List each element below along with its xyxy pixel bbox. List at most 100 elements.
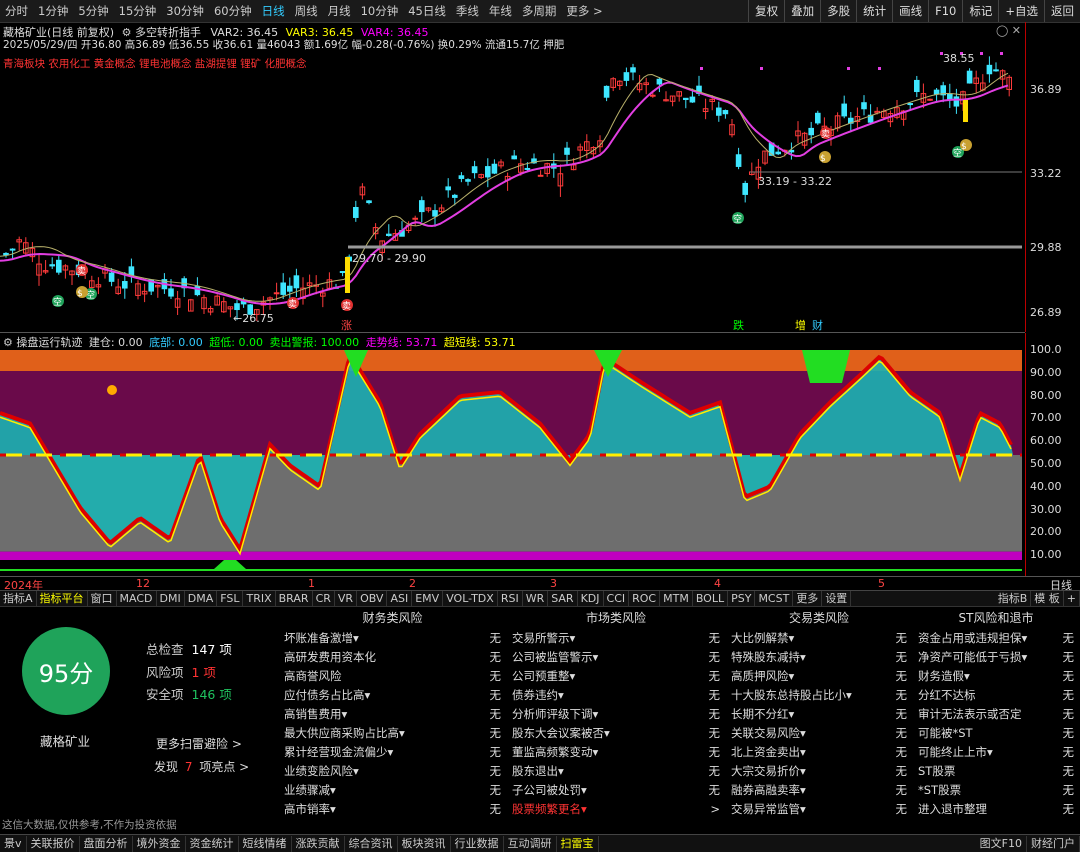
indicator-tab-right[interactable]: + xyxy=(1064,591,1080,607)
toolbar-button[interactable]: 叠加 xyxy=(784,0,820,22)
period-tab[interactable]: 年线 xyxy=(484,3,517,19)
indicator-gear-icon[interactable]: ⚙ xyxy=(3,336,13,349)
risk-row[interactable]: 股东退出▾ 无 xyxy=(508,762,724,781)
indicator-tab[interactable]: MTM xyxy=(660,591,693,607)
risk-row[interactable]: 应付债务占比高▾ 无 xyxy=(280,686,505,705)
indicator-tab[interactable]: ROC xyxy=(629,591,661,607)
indicator-tab[interactable]: ASI xyxy=(387,591,413,607)
period-tab[interactable]: 45日线 xyxy=(403,3,451,19)
indicator-tab-right[interactable]: 模 板 xyxy=(1031,591,1064,607)
indicator-tab[interactable]: 更多 xyxy=(793,591,823,607)
indicator-tab[interactable]: DMA xyxy=(185,591,218,607)
risk-row[interactable]: 债券违约▾ 无 xyxy=(508,686,724,705)
indicator-tab[interactable]: 指标平台 xyxy=(37,591,88,607)
period-tab[interactable]: 月线 xyxy=(323,3,356,19)
risk-row[interactable]: 大宗交易折价▾ 无 xyxy=(727,762,911,781)
period-tab[interactable]: 30分钟 xyxy=(161,3,209,19)
indicator-tab[interactable]: CR xyxy=(313,591,335,607)
status-tab[interactable]: 涨跌贡献 xyxy=(292,835,345,852)
period-tab[interactable]: 15分钟 xyxy=(114,3,162,19)
toolbar-button[interactable]: 返回 xyxy=(1044,0,1080,22)
risk-row[interactable]: 高销售费用▾ 无 xyxy=(280,705,505,724)
indicator-tab[interactable]: TRIX xyxy=(243,591,276,607)
period-tab[interactable]: 周线 xyxy=(290,3,323,19)
risk-row[interactable]: 北上资金卖出▾ 无 xyxy=(727,743,911,762)
risk-row[interactable]: 高研发费用资本化 无 xyxy=(280,648,505,667)
risk-row[interactable]: 十大股东总持股占比小▾ 无 xyxy=(727,686,911,705)
indicator-tab[interactable]: BOLL xyxy=(693,591,729,607)
indicator-tab[interactable]: PSY xyxy=(728,591,756,607)
risk-row[interactable]: 关联交易风险▾ 无 xyxy=(727,724,911,743)
indicator-tab[interactable]: FSL xyxy=(217,591,244,607)
indicator-tab[interactable]: KDJ xyxy=(578,591,604,607)
risk-row[interactable]: 进入退市整理 无 xyxy=(914,800,1078,819)
period-tab[interactable]: 更多 > xyxy=(561,3,607,19)
indicator-tab[interactable]: VOL-TDX xyxy=(443,591,498,607)
risk-row[interactable]: 业绩变脸风险▾ 无 xyxy=(280,762,505,781)
status-tab[interactable]: 行业数据 xyxy=(451,835,504,852)
risk-row[interactable]: 大比例解禁▾ 无 xyxy=(727,629,911,648)
toolbar-button[interactable]: F10 xyxy=(928,0,962,22)
status-tab-right[interactable]: 图文F10 xyxy=(976,835,1027,852)
risk-row[interactable]: 分析师评级下调▾ 无 xyxy=(508,705,724,724)
risk-row[interactable]: 交易异常监管▾ 无 xyxy=(727,800,911,819)
risk-row[interactable]: 可能终止上市▾ 无 xyxy=(914,743,1078,762)
risk-row[interactable]: 坏账准备激增▾ 无 xyxy=(280,629,505,648)
toolbar-button[interactable]: 复权 xyxy=(748,0,784,22)
indicator-tab[interactable]: 设置 xyxy=(822,591,852,607)
period-tab[interactable]: 分时 xyxy=(0,3,33,19)
indicator-title[interactable]: 操盘运行轨迹 xyxy=(16,336,82,349)
risk-row[interactable]: 融券高融卖率▾ 无 xyxy=(727,781,911,800)
indicator-tab-right[interactable]: 指标B xyxy=(995,591,1032,607)
period-tab[interactable]: 10分钟 xyxy=(356,3,404,19)
risk-row[interactable]: 交易所警示▾ 无 xyxy=(508,629,724,648)
risk-row[interactable]: 子公司被处罚▾ 无 xyxy=(508,781,724,800)
period-tab[interactable]: 60分钟 xyxy=(209,3,257,19)
status-tab[interactable]: 盘面分析 xyxy=(80,835,133,852)
indicator-tab[interactable]: OBV xyxy=(357,591,388,607)
indicator-tab[interactable]: VR xyxy=(335,591,358,607)
window-controls[interactable]: ◯ ✕ xyxy=(996,24,1021,37)
toolbar-button[interactable]: 标记 xyxy=(962,0,998,22)
risk-row[interactable]: 资金占用或违规担保▾ 无 xyxy=(914,629,1078,648)
risk-row[interactable]: 财务造假▾ 无 xyxy=(914,667,1078,686)
risk-row[interactable]: 公司被监管警示▾ 无 xyxy=(508,648,724,667)
risk-row[interactable]: 可能被*ST 无 xyxy=(914,724,1078,743)
risk-row[interactable]: 累计经营现金流偏少▾ 无 xyxy=(280,743,505,762)
risk-row[interactable]: 董监高频繁变动▾ 无 xyxy=(508,743,724,762)
risk-row[interactable]: 分红不达标 无 xyxy=(914,686,1078,705)
indicator-tab[interactable]: SAR xyxy=(548,591,578,607)
highlights-link[interactable]: 发现 7 项亮点 > xyxy=(154,758,249,775)
risk-row[interactable]: 特殊股东减持▾ 无 xyxy=(727,648,911,667)
risk-row[interactable]: 股东大会议案被否▾ 无 xyxy=(508,724,724,743)
indicator-tab[interactable]: MACD xyxy=(117,591,157,607)
status-tab[interactable]: 短线情绪 xyxy=(239,835,292,852)
indicator-tab[interactable]: MCST xyxy=(755,591,794,607)
risk-row[interactable]: 高市销率▾ 无 xyxy=(280,800,505,819)
period-tab[interactable]: 日线 xyxy=(257,3,290,19)
status-tab[interactable]: 板块资讯 xyxy=(398,835,451,852)
status-tab[interactable]: 景v xyxy=(0,835,27,852)
toolbar-button[interactable]: +自选 xyxy=(998,0,1044,22)
indicator-tab[interactable]: 指标A xyxy=(0,591,37,607)
risk-row[interactable]: 高商誉风险 无 xyxy=(280,667,505,686)
toolbar-button[interactable]: 多股 xyxy=(820,0,856,22)
status-tab[interactable]: 综合资讯 xyxy=(345,835,398,852)
risk-row[interactable]: 最大供应商采购占比高▾ 无 xyxy=(280,724,505,743)
period-tab[interactable]: 多周期 xyxy=(517,3,562,19)
risk-row[interactable]: *ST股票 无 xyxy=(914,781,1078,800)
status-tab[interactable]: 资金统计 xyxy=(186,835,239,852)
indicator-tab[interactable]: RSI xyxy=(498,591,523,607)
kline-chart[interactable]: 38.55 33.19 - 33.22 29.70 - 29.90 ←26.75 涨 跌 增… xyxy=(0,22,1025,333)
indicator-tab[interactable]: BRAR xyxy=(276,591,313,607)
risk-row[interactable]: 业绩骤减▾ 无 xyxy=(280,781,505,800)
risk-row[interactable]: ST股票 无 xyxy=(914,762,1078,781)
status-tab[interactable]: 互动调研 xyxy=(504,835,557,852)
status-tab-right[interactable]: 财经门户 xyxy=(1027,835,1080,852)
risk-row[interactable]: 审计无法表示或否定 无 xyxy=(914,705,1078,724)
risk-row[interactable]: 股票频繁更名▾ > xyxy=(508,800,724,819)
period-tab[interactable]: 1分钟 xyxy=(33,3,73,19)
status-tab[interactable]: 境外资金 xyxy=(133,835,186,852)
indicator-tab[interactable]: EMV xyxy=(412,591,444,607)
period-tab[interactable]: 季线 xyxy=(451,3,484,19)
